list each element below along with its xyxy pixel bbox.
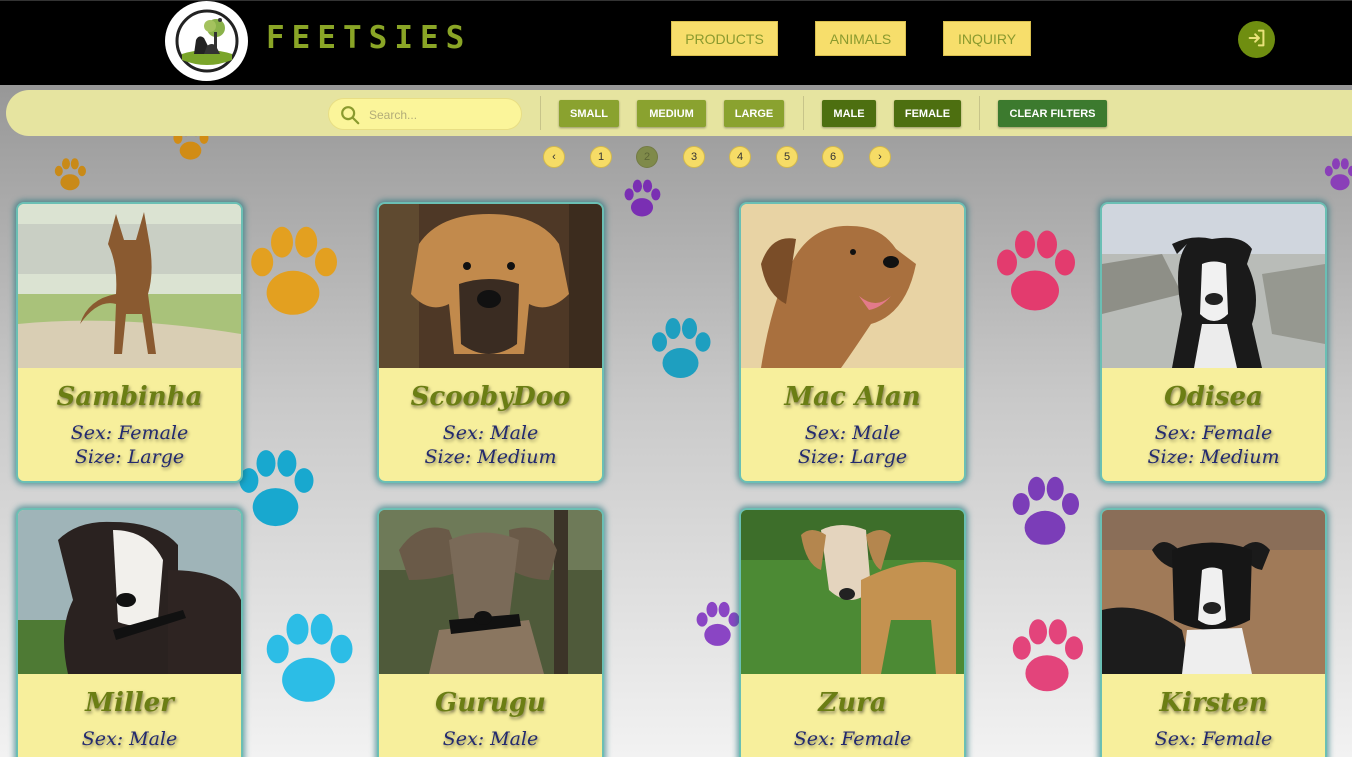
- animal-name: Sambinha: [56, 382, 203, 412]
- animal-name: Odisea: [1164, 382, 1263, 412]
- paw-icon: [1320, 145, 1352, 205]
- search-input[interactable]: [369, 105, 509, 125]
- paw-icon: [690, 585, 745, 665]
- nav-products-button[interactable]: PRODUCTS: [671, 21, 778, 56]
- page-button[interactable]: 6: [822, 146, 844, 168]
- animal-photo[interactable]: [1102, 204, 1325, 368]
- filter-large-button[interactable]: LARGE: [724, 100, 784, 127]
- divider: [979, 96, 980, 130]
- animal-size: Size: Medium: [1147, 446, 1280, 468]
- animal-sex: Sex: Female: [1154, 728, 1273, 750]
- animal-name: Zura: [818, 688, 887, 718]
- top-header: FEETSIES PRODUCTS ANIMALS INQUIRY: [0, 0, 1352, 85]
- page-button-current[interactable]: 2: [636, 146, 658, 168]
- animal-sex: Sex: Female: [70, 422, 189, 444]
- search-icon: [339, 104, 361, 130]
- clear-filters-button[interactable]: CLEAR FILTERS: [998, 100, 1107, 127]
- paw-icon: [50, 155, 90, 195]
- animal-sex: Sex: Female: [793, 728, 912, 750]
- filter-small-button[interactable]: SMALL: [559, 100, 619, 127]
- pets-logo-icon[interactable]: [165, 1, 248, 81]
- filter-female-button[interactable]: FEMALE: [894, 100, 961, 127]
- animal-name: Miller: [85, 688, 174, 718]
- prev-page-button[interactable]: ‹: [543, 146, 565, 168]
- page-button[interactable]: 4: [729, 146, 751, 168]
- animal-photo[interactable]: [741, 204, 964, 368]
- animal-sex: Sex: Male: [804, 422, 901, 444]
- animal-photo[interactable]: [741, 510, 964, 674]
- animal-name: ScoobyDoo: [410, 382, 571, 412]
- paw-icon: [643, 312, 718, 387]
- animal-photo[interactable]: [379, 510, 602, 674]
- page-button[interactable]: 1: [590, 146, 612, 168]
- login-icon: [1246, 27, 1268, 53]
- animal-card[interactable]: Miller Sex: Male: [16, 508, 243, 757]
- animal-card[interactable]: Odisea Sex: Female Size: Medium: [1100, 202, 1327, 483]
- animal-sex: Sex: Female: [1154, 422, 1273, 444]
- animal-card[interactable]: ScoobyDoo Sex: Male Size: Medium: [377, 202, 604, 483]
- animal-size: Size: Medium: [424, 446, 557, 468]
- paw-icon: [618, 176, 666, 222]
- divider: [803, 96, 804, 130]
- animal-name: Gurugu: [435, 688, 546, 718]
- paw-icon: [238, 218, 348, 328]
- next-page-button[interactable]: ›: [869, 146, 891, 168]
- paw-icon: [246, 605, 371, 715]
- page-button[interactable]: 5: [776, 146, 798, 168]
- animal-sex: Sex: Male: [442, 728, 539, 750]
- animal-name: Kirsten: [1159, 688, 1268, 718]
- filter-medium-button[interactable]: MEDIUM: [637, 100, 706, 127]
- animal-photo[interactable]: [18, 510, 241, 674]
- animal-size: Size: Large: [74, 446, 185, 468]
- paw-icon: [985, 215, 1085, 330]
- filter-male-button[interactable]: MALE: [822, 100, 876, 127]
- search-box[interactable]: [328, 98, 522, 130]
- animal-size: Size: Large: [797, 446, 908, 468]
- paw-icon: [1000, 470, 1090, 555]
- animal-name: Mac Alan: [784, 382, 921, 412]
- animal-photo[interactable]: [379, 204, 602, 368]
- animal-sex: Sex: Male: [442, 422, 539, 444]
- page-button[interactable]: 3: [683, 146, 705, 168]
- animal-card[interactable]: Gurugu Sex: Male: [377, 508, 604, 757]
- nav-animals-button[interactable]: ANIMALS: [815, 21, 906, 56]
- brand-name[interactable]: FEETSIES: [266, 20, 471, 56]
- animal-card[interactable]: Kirsten Sex: Female: [1100, 508, 1327, 757]
- animal-card[interactable]: Sambinha Sex: Female Size: Large: [16, 202, 243, 483]
- divider: [540, 96, 541, 130]
- nav-inquiry-button[interactable]: INQUIRY: [943, 21, 1031, 56]
- animal-sex: Sex: Male: [81, 728, 178, 750]
- animal-card[interactable]: Zura Sex: Female: [739, 508, 966, 757]
- animal-photo[interactable]: [18, 204, 241, 368]
- animal-card[interactable]: Mac Alan Sex: Male Size: Large: [739, 202, 966, 483]
- paw-icon: [1002, 612, 1092, 702]
- animal-photo[interactable]: [1102, 510, 1325, 674]
- login-button[interactable]: [1238, 21, 1275, 58]
